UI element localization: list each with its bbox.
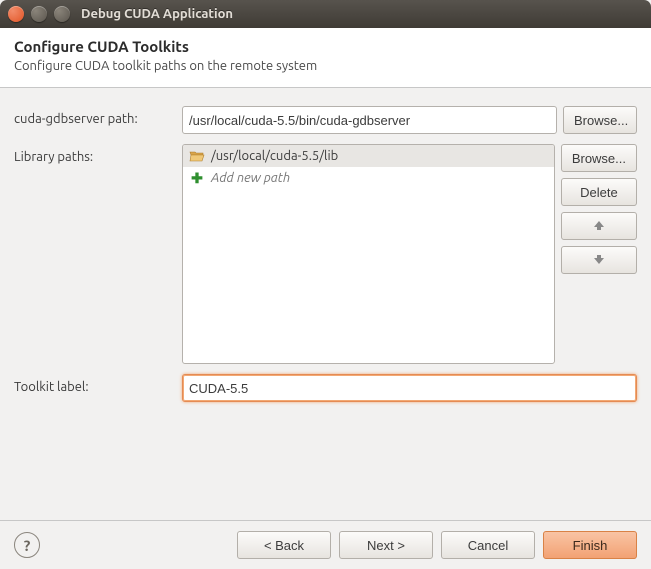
libpaths-listbox[interactable]: /usr/local/cuda-5.5/lib ✚ Add new path — [182, 144, 555, 364]
close-icon[interactable] — [8, 6, 24, 22]
wizard-footer: ? < Back Next > Cancel Finish — [0, 520, 651, 569]
delete-libpath-button[interactable]: Delete — [561, 178, 637, 206]
list-item[interactable]: /usr/local/cuda-5.5/lib — [183, 145, 554, 167]
wizard-header: Configure CUDA Toolkits Configure CUDA t… — [0, 28, 651, 88]
arrow-down-icon — [592, 253, 606, 265]
page-heading: Configure CUDA Toolkits — [14, 38, 637, 55]
page-body: cuda-gdbserver path: Browse... Library p… — [0, 88, 651, 422]
page-subheading: Configure CUDA toolkit paths on the remo… — [14, 59, 637, 73]
gdbserver-row: cuda-gdbserver path: Browse... — [14, 106, 637, 134]
titlebar: Debug CUDA Application — [0, 0, 651, 28]
browse-gdbserver-button[interactable]: Browse... — [563, 106, 637, 134]
list-item-text: /usr/local/cuda-5.5/lib — [211, 149, 338, 163]
next-button[interactable]: Next > — [339, 531, 433, 559]
add-new-path[interactable]: ✚ Add new path — [183, 167, 554, 189]
finish-button[interactable]: Finish — [543, 531, 637, 559]
back-button[interactable]: < Back — [237, 531, 331, 559]
libpaths-side-buttons: Browse... Delete — [561, 144, 637, 274]
add-path-label: Add new path — [211, 171, 290, 185]
window-title: Debug CUDA Application — [81, 7, 233, 21]
plus-icon: ✚ — [189, 170, 205, 186]
move-down-button — [561, 246, 637, 274]
browse-libpath-button[interactable]: Browse... — [561, 144, 637, 172]
toolkit-row: Toolkit label: — [14, 374, 637, 402]
folder-open-icon — [189, 148, 205, 164]
maximize-icon[interactable] — [54, 6, 70, 22]
gdbserver-input[interactable] — [182, 106, 557, 134]
minimize-icon[interactable] — [31, 6, 47, 22]
toolkit-input[interactable] — [182, 374, 637, 402]
cancel-button[interactable]: Cancel — [441, 531, 535, 559]
gdbserver-label: cuda-gdbserver path: — [14, 106, 182, 126]
move-up-button — [561, 212, 637, 240]
libpaths-label: Library paths: — [14, 144, 182, 164]
help-button[interactable]: ? — [14, 532, 40, 558]
libpaths-row: Library paths: /usr/local/cuda-5.5/lib ✚… — [14, 144, 637, 364]
toolkit-label: Toolkit label: — [14, 374, 182, 394]
arrow-up-icon — [592, 219, 606, 231]
